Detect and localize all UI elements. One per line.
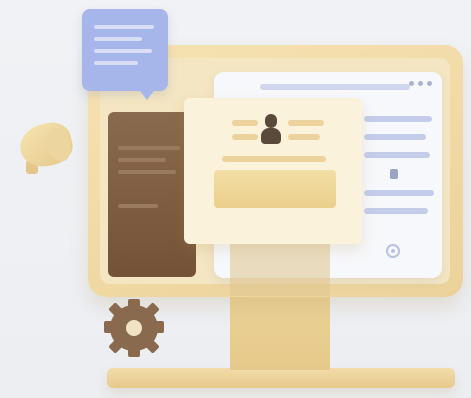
bubble-line <box>94 61 138 65</box>
gear-icon <box>104 299 164 357</box>
content-line <box>364 152 430 158</box>
profile-card <box>184 98 362 244</box>
address-bar <box>260 84 410 90</box>
badge-icon <box>386 244 400 258</box>
monitor-stand-neck <box>230 290 330 370</box>
megaphone-icon <box>8 116 80 176</box>
profile-line <box>232 134 258 140</box>
trash-icon <box>390 169 398 179</box>
profile-line <box>288 134 320 140</box>
monitor-stand-base <box>107 368 455 388</box>
bubble-line <box>94 25 154 29</box>
user-avatar-icon <box>260 112 282 148</box>
content-line <box>364 190 434 196</box>
document-line <box>118 146 180 150</box>
document-line <box>118 204 158 208</box>
document-line <box>118 170 176 174</box>
chat-bubble-tail <box>138 88 156 100</box>
profile-line <box>232 120 258 126</box>
window-controls <box>409 81 432 86</box>
bubble-line <box>94 37 142 41</box>
profile-line <box>222 156 326 162</box>
illustration-canvas <box>0 0 471 398</box>
chat-bubble-icon <box>82 9 168 91</box>
document-line <box>118 158 166 162</box>
window-dot-icon <box>427 81 432 86</box>
dark-document-panel <box>108 112 196 277</box>
content-line <box>364 134 426 140</box>
content-line <box>364 208 428 214</box>
window-dot-icon <box>409 81 414 86</box>
profile-line <box>288 120 324 126</box>
window-dot-icon <box>418 81 423 86</box>
bubble-line <box>94 49 152 53</box>
user-info-block <box>214 170 336 208</box>
content-line <box>364 116 432 122</box>
